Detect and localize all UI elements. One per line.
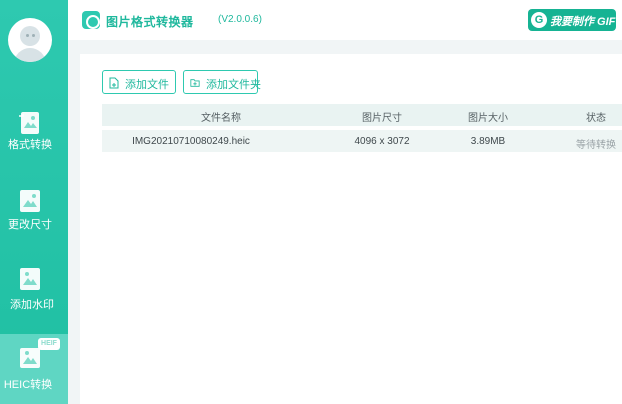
avatar-head — [20, 26, 40, 46]
sidebar-item-label: 添加水印 — [10, 299, 54, 311]
file-add-icon — [109, 77, 119, 89]
image-resize-icon — [20, 190, 40, 212]
column-header-dimensions: 图片尺寸 — [362, 113, 402, 124]
sidebar-item-label: 更改尺寸 — [8, 219, 52, 231]
dimensions-cell: 4096 x 3072 — [354, 136, 410, 147]
sidebar-item-resize[interactable]: 更改尺寸 — [0, 178, 68, 248]
avatar-eye-right — [32, 34, 35, 37]
sidebar-item-label: 格式转换 — [8, 139, 52, 151]
make-gif-button[interactable]: G 我要制作 GIF — [528, 9, 616, 31]
app-version: (V2.0.0.6) — [218, 14, 262, 25]
add-folder-label: 添加文件夹 — [206, 79, 261, 91]
column-header-status: 状态 — [586, 113, 606, 124]
table-header: 文件名称 图片尺寸 图片大小 状态 — [102, 104, 622, 126]
sidebar: 格式转换 更改尺寸 添加水印 HEIF HEIC转换 — [0, 0, 68, 404]
table-row[interactable]: IMG20210710080249.heic 4096 x 3072 3.89M… — [102, 130, 622, 152]
app-logo-icon — [82, 11, 100, 29]
folder-add-icon — [190, 79, 200, 87]
sidebar-item-watermark[interactable]: 添加水印 — [0, 256, 68, 326]
sidebar-item-heic-convert[interactable]: HEIF HEIC转换 — [0, 334, 68, 404]
avatar-eye-left — [26, 34, 29, 37]
file-name-cell: IMG20210710080249.heic — [132, 136, 250, 147]
column-header-filename: 文件名称 — [201, 113, 241, 124]
add-folder-button[interactable]: 添加文件夹 — [183, 70, 261, 94]
image-convert-icon — [19, 112, 39, 134]
column-header-size: 图片大小 — [468, 113, 508, 124]
user-avatar[interactable] — [8, 18, 52, 62]
title-bar: 图片格式转换器 (V2.0.0.6) G 我要制作 GIF — [68, 0, 622, 40]
gif-logo-icon: G — [531, 12, 547, 28]
add-file-button[interactable]: 添加文件 — [102, 70, 176, 94]
make-gif-label: 我要制作 GIF — [550, 16, 616, 28]
sidebar-item-format-convert[interactable]: 格式转换 — [0, 100, 68, 170]
status-cell: 等待转换 — [576, 140, 616, 151]
app-window: 格式转换 更改尺寸 添加水印 HEIF HEIC转换 图片格式转换器 (V2.0… — [0, 0, 622, 404]
add-file-label: 添加文件 — [125, 79, 169, 91]
app-title: 图片格式转换器 — [106, 15, 194, 29]
avatar-body — [14, 48, 46, 62]
size-cell: 3.89MB — [470, 136, 506, 147]
sidebar-item-label: HEIC转换 — [3, 379, 53, 391]
heif-badge: HEIF — [38, 338, 60, 350]
image-watermark-icon — [20, 268, 40, 290]
